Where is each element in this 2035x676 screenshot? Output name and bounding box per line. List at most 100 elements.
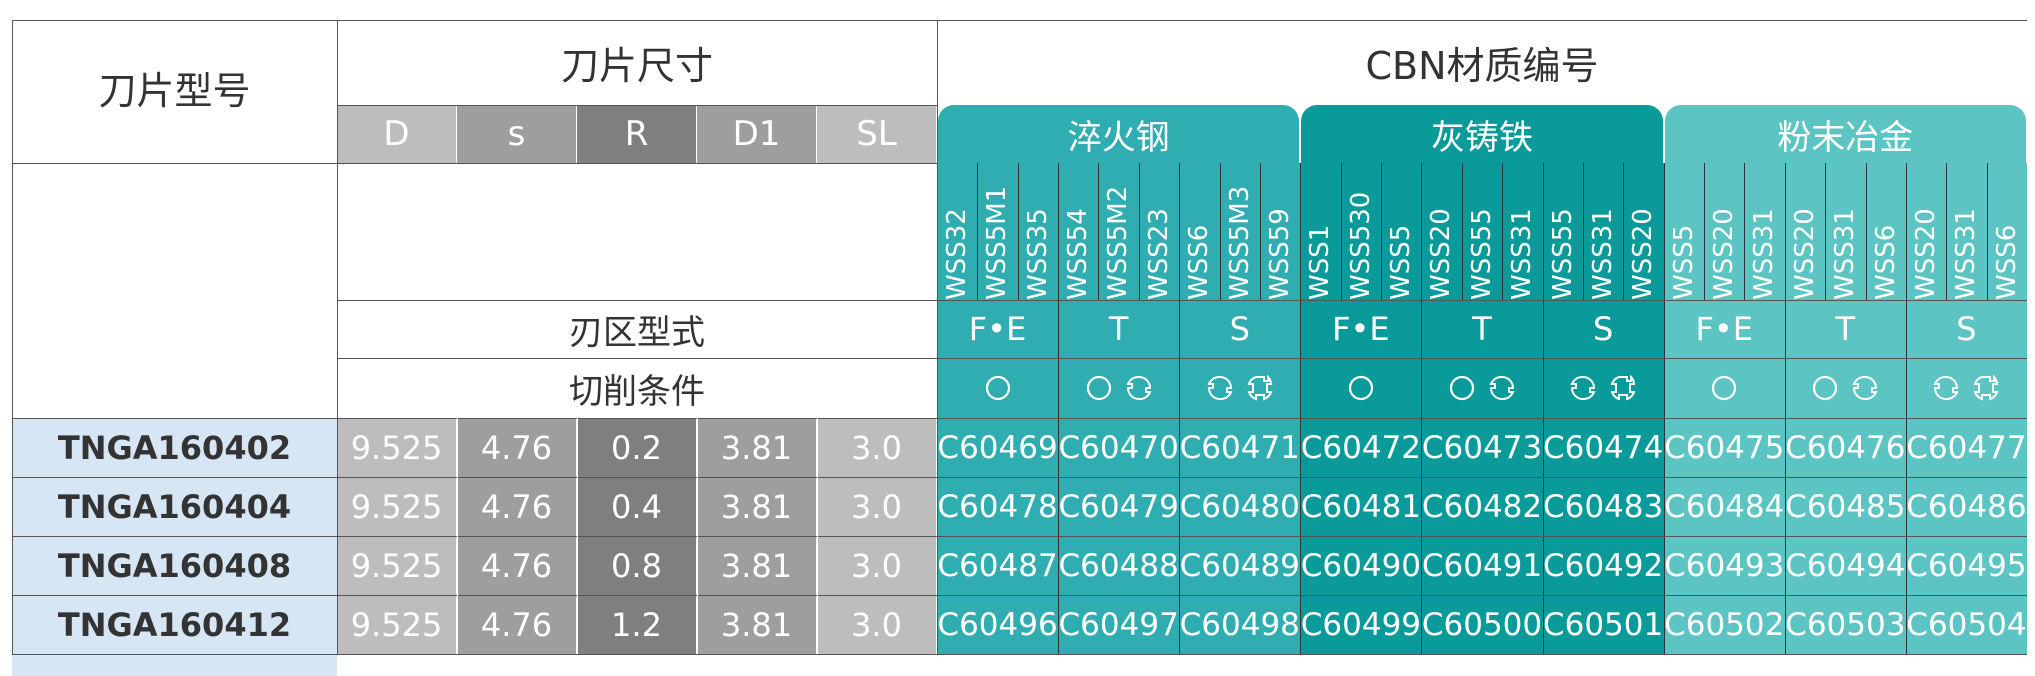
row-dim-value: 3.0 xyxy=(817,477,937,536)
row-dim-value: 3.81 xyxy=(697,536,817,595)
cut-condition-cell xyxy=(1300,358,1421,418)
edge-type-top-line xyxy=(337,300,2027,301)
edge-type-cell: F•E xyxy=(1332,310,1390,348)
row-dim-value: 3.0 xyxy=(817,536,937,595)
row-dim-value: 3.0 xyxy=(817,595,937,654)
row-dim-value: 9.525 xyxy=(337,477,457,536)
heavy-interrupted-cut-icon xyxy=(1247,374,1273,401)
material-code: WSS31 xyxy=(1588,208,1619,300)
cbn-insert-table: 刀片型号 刀片尺寸 CBN材质编号 Ds R D1 SL 刃区型式 切削条件 淬火钢 WSS32 WS… xyxy=(12,20,2027,676)
row-dim-value: 3.81 xyxy=(697,418,817,477)
row-dim-value: 4.76 xyxy=(457,595,577,654)
cut-condition-cell xyxy=(1906,358,2027,418)
dim-header-3: D1 xyxy=(697,105,817,163)
material-divider xyxy=(977,163,979,300)
table-top-border xyxy=(12,20,2027,21)
edge-type-cell: S xyxy=(1592,310,1614,348)
row-code: C60483 xyxy=(1542,488,1664,525)
material-code: WSS6 xyxy=(1991,224,2022,300)
row-code: C60475 xyxy=(1664,429,1785,466)
row-code: C60472 xyxy=(1300,429,1422,466)
row-dim-value: 4.76 xyxy=(457,477,577,536)
cond-top-line xyxy=(337,358,2027,359)
dim-header-1: s xyxy=(457,105,577,163)
interrupted-cut-icon xyxy=(1852,375,1878,401)
material-divider xyxy=(1381,163,1383,300)
cut-condition-cell xyxy=(1179,358,1300,418)
model-column-header: 刀片型号 xyxy=(98,69,251,113)
material-code: WSS20 xyxy=(1426,208,1457,300)
cut-condition-label: 切削条件 xyxy=(569,371,705,412)
material-code: WSS20 xyxy=(1789,208,1820,300)
material-divider xyxy=(1946,163,1948,300)
cut-condition-cell xyxy=(1664,358,1785,418)
row-code: C60481 xyxy=(1300,488,1422,525)
row-code: C60474 xyxy=(1542,429,1664,466)
row-code: C60492 xyxy=(1542,547,1664,584)
material-code: WSS31 xyxy=(1951,208,1982,300)
row-model: TNGA160402 xyxy=(12,418,337,477)
row-code: C60500 xyxy=(1421,606,1543,643)
material-code: WSS31 xyxy=(1749,208,1780,300)
interrupted-cut-icon xyxy=(1207,375,1233,401)
material-divider xyxy=(1259,163,1261,300)
row-code: C60503 xyxy=(1785,606,1906,643)
material-code: WSS530 xyxy=(1345,191,1376,300)
edge-type-cell: F•E xyxy=(1695,310,1753,348)
row-code: C60473 xyxy=(1421,429,1543,466)
material-code: WSS31 xyxy=(1507,208,1538,300)
row-dim-value: 9.525 xyxy=(337,418,457,477)
row-code: C60489 xyxy=(1179,547,1300,584)
cut-condition-cell xyxy=(1058,358,1179,418)
material-divider xyxy=(1138,163,1140,300)
circle-icon xyxy=(1348,375,1373,401)
dim-header-0: D xyxy=(337,105,457,163)
row-code: C60494 xyxy=(1785,547,1906,584)
model-col-border xyxy=(337,20,338,654)
dim-header-line xyxy=(337,163,937,164)
material-code: WSS23 xyxy=(1144,208,1175,300)
model-header-line xyxy=(12,163,337,164)
size-column-header: 刀片尺寸 xyxy=(560,44,713,88)
row-dim-value: 0.2 xyxy=(577,418,697,477)
row-code: C60470 xyxy=(1058,429,1179,466)
row-line xyxy=(12,477,2027,478)
cut-condition-cell xyxy=(1543,358,1664,418)
dim-col-line xyxy=(817,418,818,654)
row-code: C60482 xyxy=(1421,488,1543,525)
row-code: C60485 xyxy=(1785,488,1906,525)
row-code: C60497 xyxy=(1058,606,1179,643)
material-code: WSS5 xyxy=(1668,224,1699,300)
circle-icon xyxy=(1086,375,1111,401)
row-code: C60471 xyxy=(1179,429,1300,466)
interrupted-cut-icon xyxy=(1489,375,1515,401)
size-header-line xyxy=(337,105,937,106)
material-code: WSS20 xyxy=(1709,208,1740,300)
table-left-border xyxy=(12,20,13,654)
row-dim-value: 3.81 xyxy=(697,595,817,654)
row-code: C60504 xyxy=(1906,606,2027,643)
cut-condition-cell xyxy=(937,358,1058,418)
row-dim-value: 9.525 xyxy=(337,536,457,595)
cbn-column-header: CBN材质编号 xyxy=(1365,44,1599,88)
circle-icon xyxy=(985,375,1010,401)
row-line xyxy=(12,654,2027,655)
row-dim-value: 4.76 xyxy=(457,536,577,595)
row-line xyxy=(12,536,2027,537)
row-code: C60491 xyxy=(1421,547,1543,584)
row-dim-value: 0.8 xyxy=(577,536,697,595)
row-code: C60502 xyxy=(1664,606,1785,643)
row-code: C60477 xyxy=(1906,429,2027,466)
dim-col-line xyxy=(697,418,698,654)
material-divider xyxy=(1825,163,1827,300)
interrupted-cut-icon xyxy=(1933,375,1959,401)
material-divider xyxy=(1582,163,1584,300)
row-dim-value: 3.81 xyxy=(697,477,817,536)
material-divider xyxy=(1461,163,1463,300)
material-code: WSS55 xyxy=(1547,208,1578,300)
edge-type-cell: S xyxy=(1229,310,1250,348)
row-code: C60484 xyxy=(1664,488,1785,525)
dim-col-line xyxy=(457,418,458,654)
group-header-2: 粉末冶金 xyxy=(1664,105,2026,163)
material-divider xyxy=(1098,163,1100,300)
